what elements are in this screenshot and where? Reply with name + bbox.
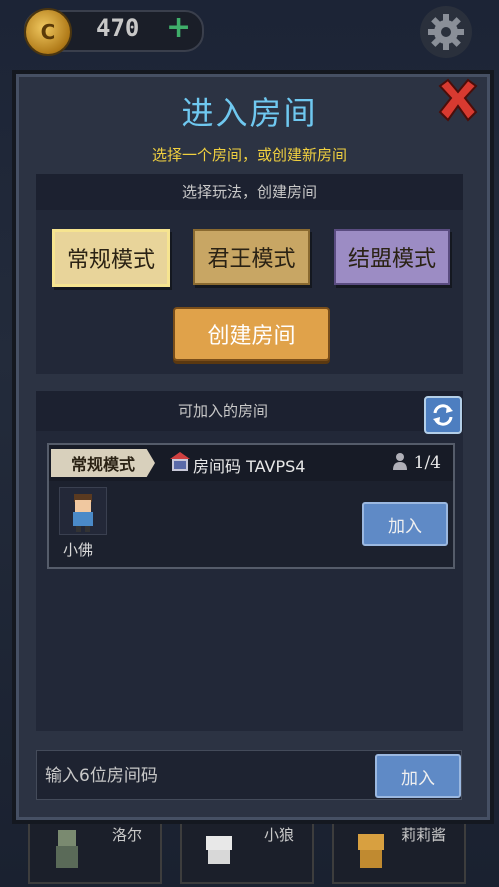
avatar bbox=[59, 487, 107, 535]
join-room-button[interactable]: 加入 bbox=[362, 502, 448, 546]
room-header: 常规模式 房间码 TAVPS4 1/4 bbox=[49, 445, 453, 481]
create-panel-header: 选择玩法，创建房间 bbox=[36, 174, 463, 210]
player-avatar-icon bbox=[73, 494, 93, 532]
person-icon bbox=[393, 453, 408, 470]
character-card[interactable]: 小狼 bbox=[180, 818, 314, 884]
dialog-title: 进入房间 bbox=[181, 94, 318, 132]
refresh-icon bbox=[433, 404, 453, 426]
room-code-entry: 加入 bbox=[36, 750, 462, 801]
mode-normal-button[interactable]: 常规模式 bbox=[52, 229, 170, 287]
character-sprite bbox=[206, 836, 232, 864]
plus-icon: + bbox=[166, 10, 192, 45]
currency-amount: 470 bbox=[96, 14, 140, 42]
player-name: 小佛 bbox=[63, 541, 94, 559]
refresh-rooms-button[interactable] bbox=[424, 396, 462, 434]
room-mode-badge: 常规模式 bbox=[51, 449, 155, 477]
room-card: 常规模式 房间码 TAVPS4 1/4 小佛 加入 bbox=[47, 443, 455, 569]
character-name: 小狼 bbox=[263, 826, 294, 844]
player-count: 1/4 bbox=[392, 452, 441, 473]
character-name: 莉莉酱 bbox=[400, 826, 446, 844]
character-sprite bbox=[358, 834, 384, 868]
dialog-subtitle: 选择一个房间，或创建新房间 bbox=[151, 146, 347, 164]
mode-alliance-button[interactable]: 结盟模式 bbox=[334, 229, 450, 285]
character-sprite bbox=[56, 830, 78, 868]
create-room-button[interactable]: 创建房间 bbox=[173, 307, 330, 361]
mode-king-button[interactable]: 君王模式 bbox=[193, 229, 310, 285]
rooms-panel-header: 可加入的房间 bbox=[36, 391, 463, 431]
room-code: 房间码 TAVPS4 bbox=[193, 457, 306, 476]
character-card[interactable]: 莉莉酱 bbox=[332, 818, 466, 884]
player-count-value: 1/4 bbox=[413, 453, 441, 473]
join-by-code-button[interactable]: 加入 bbox=[375, 754, 461, 798]
house-icon bbox=[170, 452, 190, 471]
settings-button[interactable] bbox=[420, 6, 472, 58]
coin-icon: C bbox=[24, 8, 72, 56]
gear-icon bbox=[428, 14, 464, 50]
room-code-input[interactable] bbox=[37, 751, 367, 801]
character-name: 洛尔 bbox=[111, 826, 142, 844]
add-currency-button[interactable]: + bbox=[166, 13, 191, 43]
character-card[interactable]: 洛尔 bbox=[28, 818, 162, 884]
